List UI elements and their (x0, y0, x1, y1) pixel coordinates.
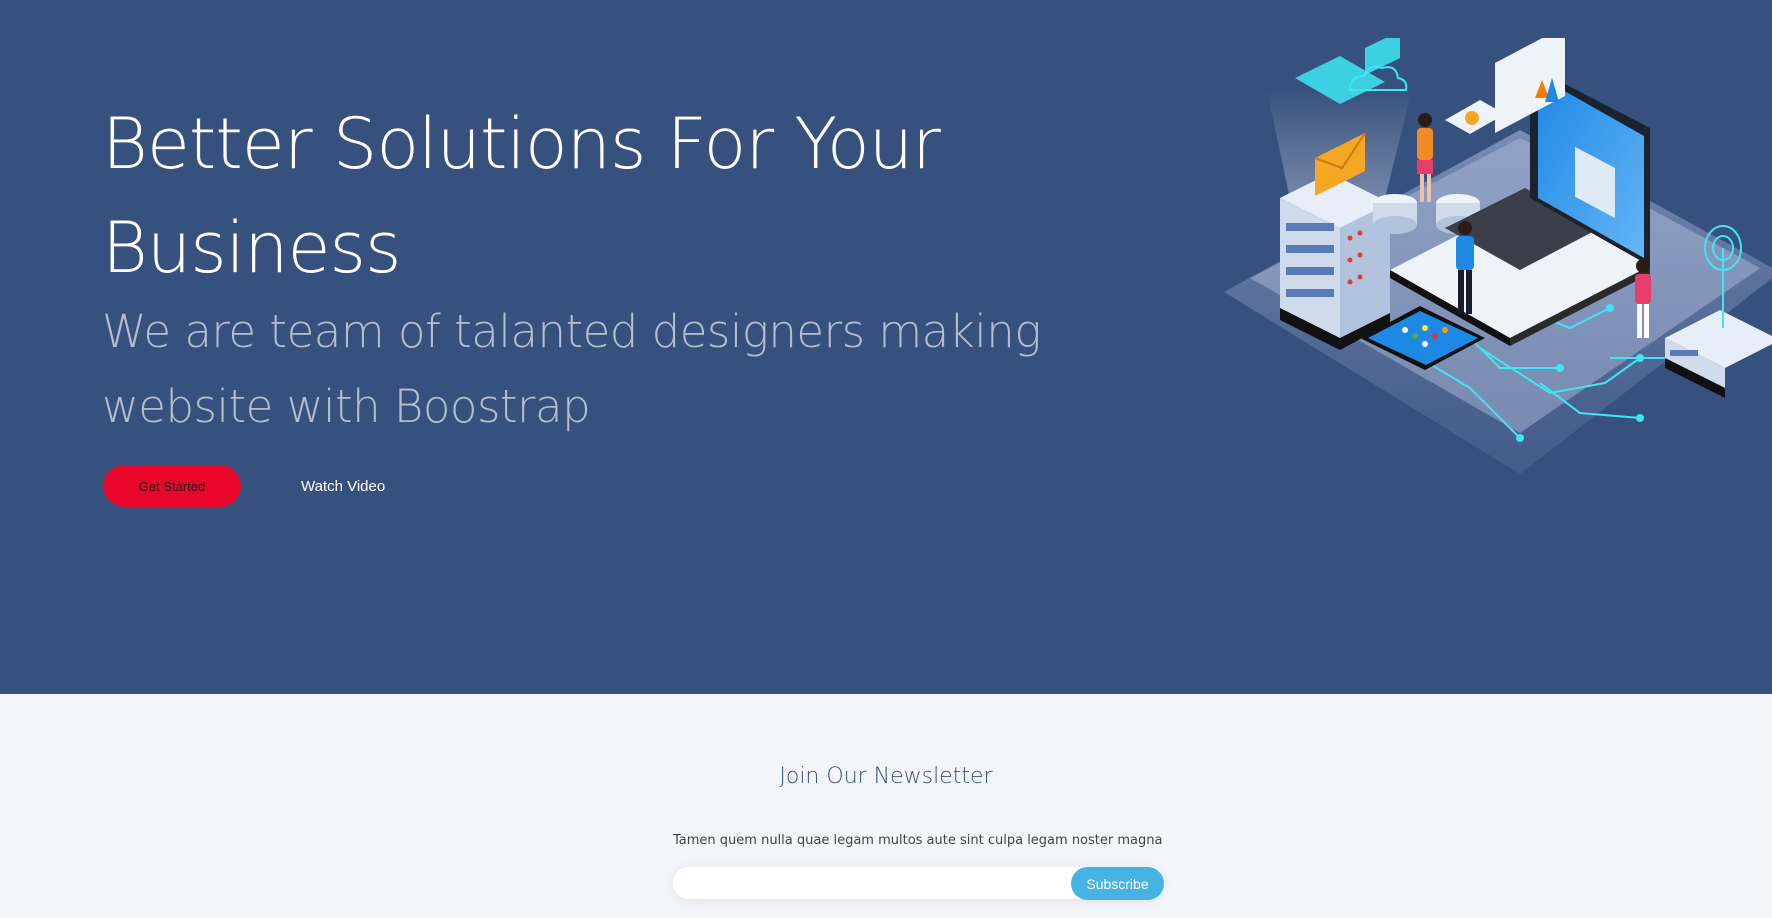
hero-title: Better Solutions For Your Business (102, 103, 941, 289)
newsletter-title: Join Our Newsletter (779, 764, 993, 789)
hero-section: Better Solutions For Your Business We ar… (0, 0, 1772, 694)
hero-illustration (1224, 38, 1772, 474)
newsletter-description: Tamen quem nulla quae legam multos aute … (673, 833, 1163, 848)
get-started-button[interactable]: Get Started (103, 465, 241, 507)
email-input[interactable] (689, 867, 1053, 901)
subscribe-form: Subscribe (673, 867, 1164, 901)
hero-subtitle: We are team of talanted designers making… (102, 305, 1041, 433)
watch-video-link[interactable]: Watch Video (301, 478, 385, 495)
server-rack-icon (1280, 173, 1390, 350)
subscribe-button[interactable]: Subscribe (1071, 867, 1164, 900)
